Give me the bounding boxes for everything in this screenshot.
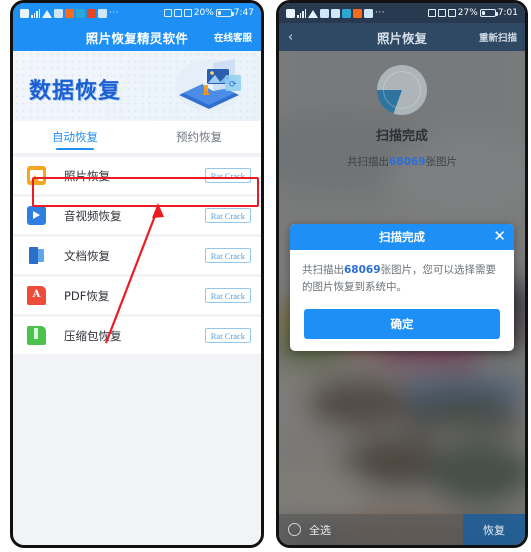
app-icon [76,8,85,18]
nfc-icon [427,9,436,17]
list-item-video-recovery[interactable]: 音视频恢复 Rat Crack [13,197,261,234]
page-title: 照片恢复 [376,30,427,46]
list-item-label: 照片恢复 [64,168,110,183]
rat-crack-badge[interactable]: Rat Crack [204,288,251,303]
mute-icon [54,8,63,18]
person-icon [98,8,107,18]
scan-status-area: 扫描完成 共扫描出68069张图片 [279,51,525,169]
promo-banner: 数据恢复 ⟳ [13,51,261,121]
battery-percent-label: 20% [193,8,214,18]
screenshot-stage: ··· 20% 7:47 照片恢复精灵软件 在线客服 数据恢复 ⟳ 自动恢复 预… [0,0,531,552]
right-app-header: ‹ 照片恢复 重新扫描 [279,23,525,51]
vibrate-icon [183,9,192,17]
document-file-icon [27,246,46,265]
svg-text:⟳: ⟳ [229,80,237,90]
recover-button[interactable]: 恢复 [463,514,525,545]
scan-status-title: 扫描完成 [375,129,428,144]
pdf-file-icon [27,286,46,305]
scan-summary-suffix: 张图片 [425,156,458,168]
alarm-icon [65,8,74,18]
list-item-label: 压缩包恢复 [64,328,122,343]
rat-crack-badge[interactable]: Rat Crack [204,168,251,183]
list-item-archive-recovery[interactable]: 压缩包恢复 Rat Crack [13,317,261,354]
left-top-blue-area: ··· 20% 7:47 照片恢复精灵软件 在线客服 [13,3,261,51]
tab-auto-recovery[interactable]: 自动恢复 [13,121,137,153]
left-phone-screen: ··· 20% 7:47 照片恢复精灵软件 在线客服 数据恢复 ⟳ 自动恢复 预… [13,3,261,545]
more-dots-icon: ··· [109,8,120,18]
more-dots-icon: ··· [375,8,386,18]
wifi-icon [42,9,52,18]
mute-icon [320,8,329,18]
shield-icon [437,9,446,17]
confirm-button[interactable]: 确定 [304,308,500,339]
recovery-tabs: 自动恢复 预约恢复 [13,121,261,154]
scan-summary-prefix: 共扫描出 [346,156,389,168]
online-service-button[interactable]: 在线客服 [214,30,252,44]
dialog-message: 共扫描出68069张图片，您可以选择需要的图片恢复到系统中。 [290,250,514,301]
rat-crack-badge[interactable]: Rat Crack [204,328,251,343]
left-phone-frame: ··· 20% 7:47 照片恢复精灵软件 在线客服 数据恢复 ⟳ 自动恢复 预… [10,0,264,548]
recovery-type-list: 照片恢复 Rat Crack 音视频恢复 Rat Crack 文档恢复 Rat … [13,154,261,545]
tab-scheduled-recovery-label: 预约恢复 [176,130,222,144]
rescan-button[interactable]: 重新扫描 [479,30,517,44]
photo-icon [286,8,295,18]
dialog-message-count: 68069 [344,264,381,276]
status-bar-left-icons: ··· [20,8,119,18]
scan-result-summary: 共扫描出68069张图片 [279,154,525,169]
person-icon [364,8,373,18]
app-icon-2 [87,8,96,18]
left-app-header: 照片恢复精灵软件 在线客服 [13,23,261,51]
tab-scheduled-recovery[interactable]: 预约恢复 [137,121,261,153]
archive-file-icon [27,326,46,345]
left-status-bar: ··· 20% 7:47 [13,3,261,23]
dialog-header: 扫描完成 ✕ [290,224,514,250]
clock-label: 7:47 [233,8,254,18]
status-bar-right-icons: 27% 7:01 [427,8,518,18]
wifi-icon [308,9,318,18]
dialog-footer: 确定 [290,301,514,351]
scan-summary-count: 68069 [388,156,426,168]
dialog-message-prefix: 共扫描出 [302,264,344,276]
list-item-document-recovery[interactable]: 文档恢复 Rat Crack [13,237,261,274]
list-item-photo-recovery[interactable]: 照片恢复 Rat Crack [13,157,261,194]
list-item-label: 文档恢复 [64,248,110,263]
right-phone-frame: ··· 27% 7:01 ‹ 照片恢复 重新扫描 扫描完成 共扫描出68069张… [276,0,528,548]
status-bar-right-icons: 20% 7:47 [163,8,254,18]
bottom-action-bar: 全选 恢复 [279,514,525,545]
app-icon-2 [353,8,362,18]
right-status-bar: ··· 27% 7:01 [279,3,525,23]
dialog-title: 扫描完成 [379,230,425,244]
banner-title: 数据恢复 [29,79,122,104]
rat-crack-badge[interactable]: Rat Crack [204,248,251,263]
signal-icon [31,8,40,18]
clock-label: 7:01 [497,8,518,18]
photo-icon [20,8,29,18]
signal-icon [297,8,306,18]
rat-crack-badge[interactable]: Rat Crack [204,208,251,223]
vibrate-icon [447,9,456,17]
select-all-checkbox[interactable] [288,523,301,536]
tab-auto-recovery-label: 自动恢复 [52,130,98,144]
battery-percent-label: 27% [457,8,478,18]
video-file-icon [27,206,46,225]
app-icon [342,8,351,18]
close-icon[interactable]: ✕ [493,227,506,246]
scan-progress-dial-icon [377,65,427,115]
select-all-label: 全选 [309,523,331,537]
right-phone-screen: ··· 27% 7:01 ‹ 照片恢复 重新扫描 扫描完成 共扫描出68069张… [279,3,525,545]
nfc-icon [163,9,172,17]
page-title: 照片恢复精灵软件 [85,30,189,46]
list-item-label: PDF恢复 [64,288,110,303]
alarm-icon [331,8,340,18]
data-recovery-illustration: ⟳ [175,59,243,111]
shield-icon [173,9,182,17]
photo-file-icon [27,166,46,185]
list-item-pdf-recovery[interactable]: PDF恢复 Rat Crack [13,277,261,314]
back-arrow-icon[interactable]: ‹ [288,30,293,45]
scan-complete-dialog: 扫描完成 ✕ 共扫描出68069张图片，您可以选择需要的图片恢复到系统中。 确定 [290,224,514,351]
battery-icon [479,9,498,17]
list-item-label: 音视频恢复 [64,208,122,223]
battery-icon [215,9,234,17]
status-bar-left-icons: ··· [286,8,385,18]
